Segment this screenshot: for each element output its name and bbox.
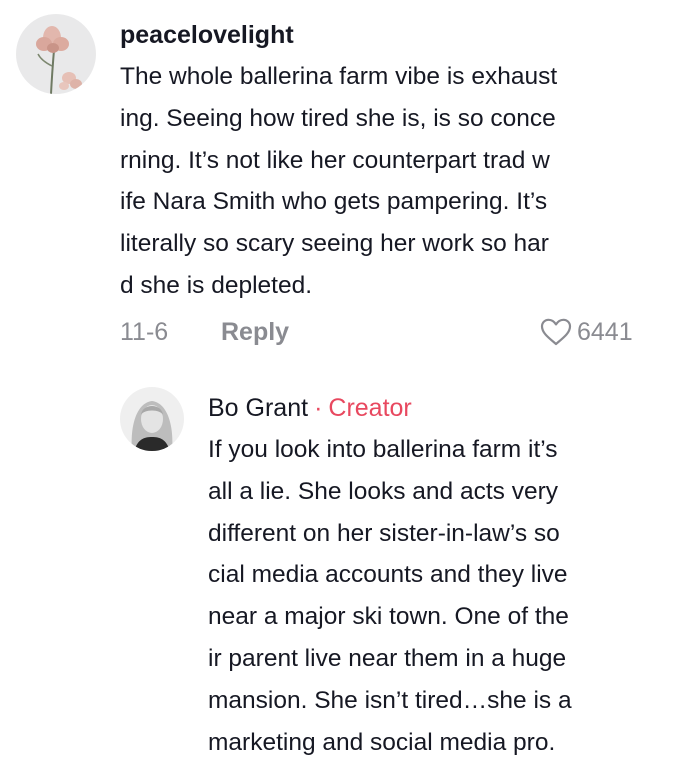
comment-text-line: ife Nara Smith who gets pampering. It’s bbox=[120, 188, 548, 216]
iris-flower-avatar-icon bbox=[16, 14, 96, 94]
comment-text-line: The whole ballerina farm vibe is exhaust bbox=[120, 63, 558, 90]
reply-text-line: If you look into ballerina farm it’s bbox=[208, 436, 558, 463]
comment-text: The whole ballerina farm vibe is exhaust… bbox=[120, 56, 660, 307]
comment-text-line: ing. Seeing how tired she is, is so conc… bbox=[120, 104, 556, 132]
reply-text-line: mansion. She isn’t tired…she is a bbox=[208, 686, 572, 714]
reply-text-line: ir parent live near them in a huge bbox=[208, 644, 567, 672]
reply-text: If you look into ballerina farm it’s all… bbox=[208, 429, 668, 763]
commenter-avatar[interactable] bbox=[16, 14, 96, 94]
profile-photo-avatar-icon bbox=[120, 387, 184, 451]
like-count: 6441 bbox=[577, 317, 633, 346]
comment-date: 11-6 bbox=[120, 318, 169, 346]
reply-header: Bo Grant · Creator bbox=[208, 393, 412, 423]
reply-button[interactable]: Reply bbox=[221, 316, 289, 348]
reply-text-line: different on her sister-in-law’s so bbox=[208, 519, 560, 547]
separator-dot: · bbox=[314, 394, 323, 422]
comment-username[interactable]: peacelovelight bbox=[120, 20, 294, 50]
reply-text-line: all a lie. She looks and acts very bbox=[208, 477, 558, 505]
comment-text-line: d she is depleted. bbox=[120, 271, 313, 299]
reply-text-line: cial media accounts and they live bbox=[208, 561, 568, 589]
creator-badge: Creator bbox=[328, 394, 412, 422]
reply-text-line: marketing and social media pro. bbox=[208, 728, 556, 756]
heart-outline-icon bbox=[540, 318, 572, 346]
comment-text-line: rning. It’s not like her counterpart tra… bbox=[120, 146, 550, 174]
reply-avatar[interactable] bbox=[120, 387, 184, 451]
reply-text-line: near a major ski town. One of the bbox=[208, 603, 569, 631]
reply-username[interactable]: Bo Grant bbox=[208, 394, 308, 422]
like-button[interactable]: 6441 bbox=[539, 316, 633, 348]
comment-text-line: literally so scary seeing her work so ha… bbox=[120, 230, 549, 258]
